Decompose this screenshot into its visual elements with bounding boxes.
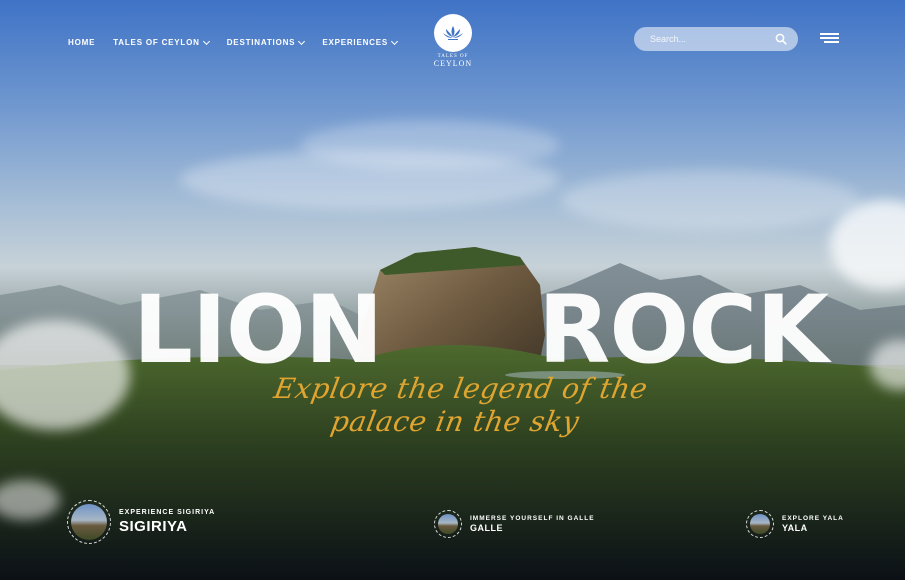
sky-cloud bbox=[560, 170, 860, 230]
nav-label: EXPERIENCES bbox=[322, 38, 389, 47]
logo-badge bbox=[434, 14, 472, 52]
destination-subtitle: IMMERSE YOURSELF IN GALLE bbox=[470, 515, 595, 522]
search-icon[interactable] bbox=[775, 33, 787, 45]
chevron-down-icon bbox=[202, 37, 210, 45]
main-nav: HOME TALES OF CEYLON DESTINATIONS EXPERI… bbox=[68, 37, 399, 47]
nav-item-tales-of-ceylon[interactable]: TALES OF CEYLON bbox=[113, 37, 210, 47]
chevron-down-icon bbox=[390, 37, 399, 45]
sky-cloud bbox=[300, 120, 560, 170]
destination-subtitle: EXPERIENCE SIGIRIYA bbox=[119, 509, 216, 516]
nav-item-experiences[interactable]: EXPERIENCES bbox=[322, 37, 399, 47]
destination-card-sigiriya[interactable]: EXPERIENCE SIGIRIYA SIGIRIYA bbox=[67, 500, 215, 544]
nav-item-destinations[interactable]: DESTINATIONS bbox=[226, 37, 306, 47]
search-bar bbox=[634, 27, 798, 51]
nav-label: TALES OF CEYLON bbox=[113, 38, 200, 47]
search-input[interactable] bbox=[634, 33, 770, 45]
destination-thumbnail bbox=[67, 500, 111, 544]
destination-thumbnail bbox=[746, 510, 774, 538]
destination-card-galle[interactable]: IMMERSE YOURSELF IN GALLE GALLE bbox=[434, 510, 595, 538]
hero-tagline: Explore the legend of the palace in the … bbox=[271, 372, 651, 438]
destination-title: GALLE bbox=[470, 523, 503, 533]
destination-title: YALA bbox=[782, 523, 808, 533]
chevron-down-icon bbox=[298, 37, 306, 45]
destination-card-yala[interactable]: EXPLORE YALA YALA bbox=[746, 510, 844, 538]
site-logo[interactable]: TALES OF CEYLON bbox=[433, 14, 473, 68]
nav-label: DESTINATIONS bbox=[226, 38, 296, 47]
destination-thumbnail bbox=[434, 510, 462, 538]
logo-name: CEYLON bbox=[433, 59, 473, 68]
headline-word-2: ROCK bbox=[538, 276, 829, 385]
lotus-icon bbox=[443, 26, 463, 40]
nav-label: HOME bbox=[68, 38, 96, 47]
destination-subtitle: EXPLORE YALA bbox=[782, 515, 844, 522]
nav-item-home[interactable]: HOME bbox=[68, 38, 95, 47]
hamburger-menu-icon[interactable] bbox=[820, 33, 839, 43]
destination-title: SIGIRIYA bbox=[119, 518, 188, 535]
headline-word-1: LION bbox=[133, 276, 383, 385]
hero-section: HOME TALES OF CEYLON DESTINATIONS EXPERI… bbox=[0, 0, 905, 580]
